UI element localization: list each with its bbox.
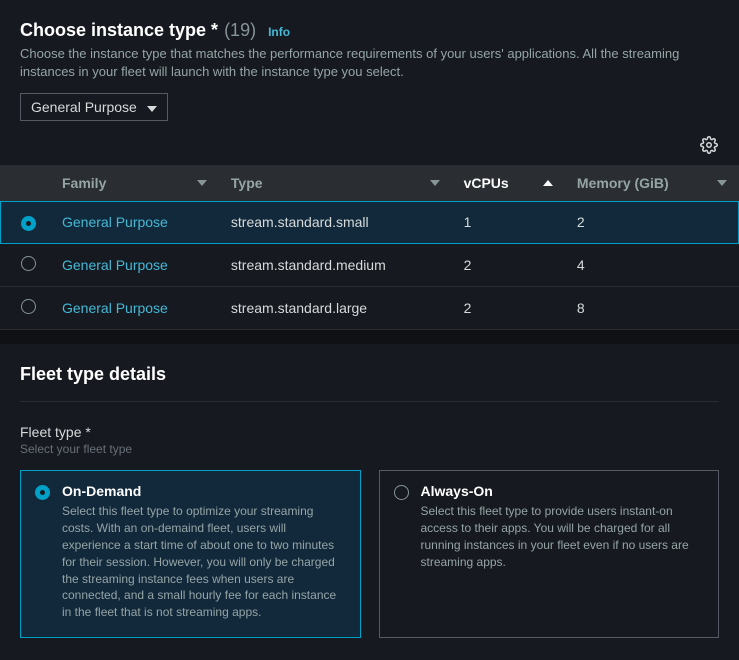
table-row[interactable]: General Purpose stream.standard.small12	[0, 201, 739, 244]
fleet-option-on-demand[interactable]: On-Demand Select this fleet type to optim…	[20, 470, 361, 638]
fleet-type-label: Fleet type *	[20, 424, 719, 440]
column-vcpus[interactable]: vCPUs	[452, 165, 565, 201]
cell-memory: 2	[565, 201, 739, 244]
row-radio[interactable]	[21, 299, 36, 314]
row-radio[interactable]	[21, 216, 36, 231]
column-family[interactable]: Family	[50, 165, 219, 201]
page-description: Choose the instance type that matches th…	[20, 45, 719, 81]
sort-asc-icon	[543, 180, 553, 186]
fleet-option-desc: Select this fleet type to provide users …	[421, 503, 705, 570]
table-row[interactable]: General Purpose stream.standard.medium24	[0, 244, 739, 287]
sort-icon	[197, 180, 207, 186]
fleet-option-desc: Select this fleet type to optimize your …	[62, 503, 346, 621]
family-link[interactable]: General Purpose	[62, 214, 168, 230]
family-link[interactable]: General Purpose	[62, 300, 168, 316]
column-type[interactable]: Type	[219, 165, 452, 201]
table-row[interactable]: General Purpose stream.standard.large28	[0, 287, 739, 330]
caret-down-icon	[147, 99, 157, 115]
fleet-radio[interactable]	[35, 485, 50, 500]
column-memory[interactable]: Memory (GiB)	[565, 165, 739, 201]
sort-icon	[430, 180, 440, 186]
instance-count: (19)	[224, 20, 256, 41]
cell-memory: 4	[565, 244, 739, 287]
cell-vcpus: 1	[452, 201, 565, 244]
cell-vcpus: 2	[452, 287, 565, 330]
fleet-radio[interactable]	[394, 485, 409, 500]
gear-icon	[700, 136, 718, 154]
settings-button[interactable]	[699, 135, 719, 155]
fleet-option-always-on[interactable]: Always-On Select this fleet type to provi…	[379, 470, 720, 638]
sort-icon	[717, 180, 727, 186]
fleet-option-title: Always-On	[421, 483, 705, 499]
family-filter-value: General Purpose	[31, 99, 137, 115]
family-link[interactable]: General Purpose	[62, 257, 168, 273]
fleet-option-title: On-Demand	[62, 483, 346, 499]
info-link[interactable]: Info	[268, 25, 290, 39]
page-title: Choose instance type *	[20, 20, 218, 41]
row-radio[interactable]	[21, 256, 36, 271]
family-filter-dropdown[interactable]: General Purpose	[20, 93, 168, 121]
cell-vcpus: 2	[452, 244, 565, 287]
column-select	[0, 165, 50, 201]
cell-type: stream.standard.small	[219, 201, 452, 244]
cell-type: stream.standard.large	[219, 287, 452, 330]
instance-type-table: Family Type vCPUs Memory (GiB)	[0, 165, 739, 330]
fleet-type-details-header: Fleet type details	[20, 364, 719, 385]
cell-type: stream.standard.medium	[219, 244, 452, 287]
fleet-type-hint: Select your fleet type	[20, 442, 719, 456]
cell-memory: 8	[565, 287, 739, 330]
